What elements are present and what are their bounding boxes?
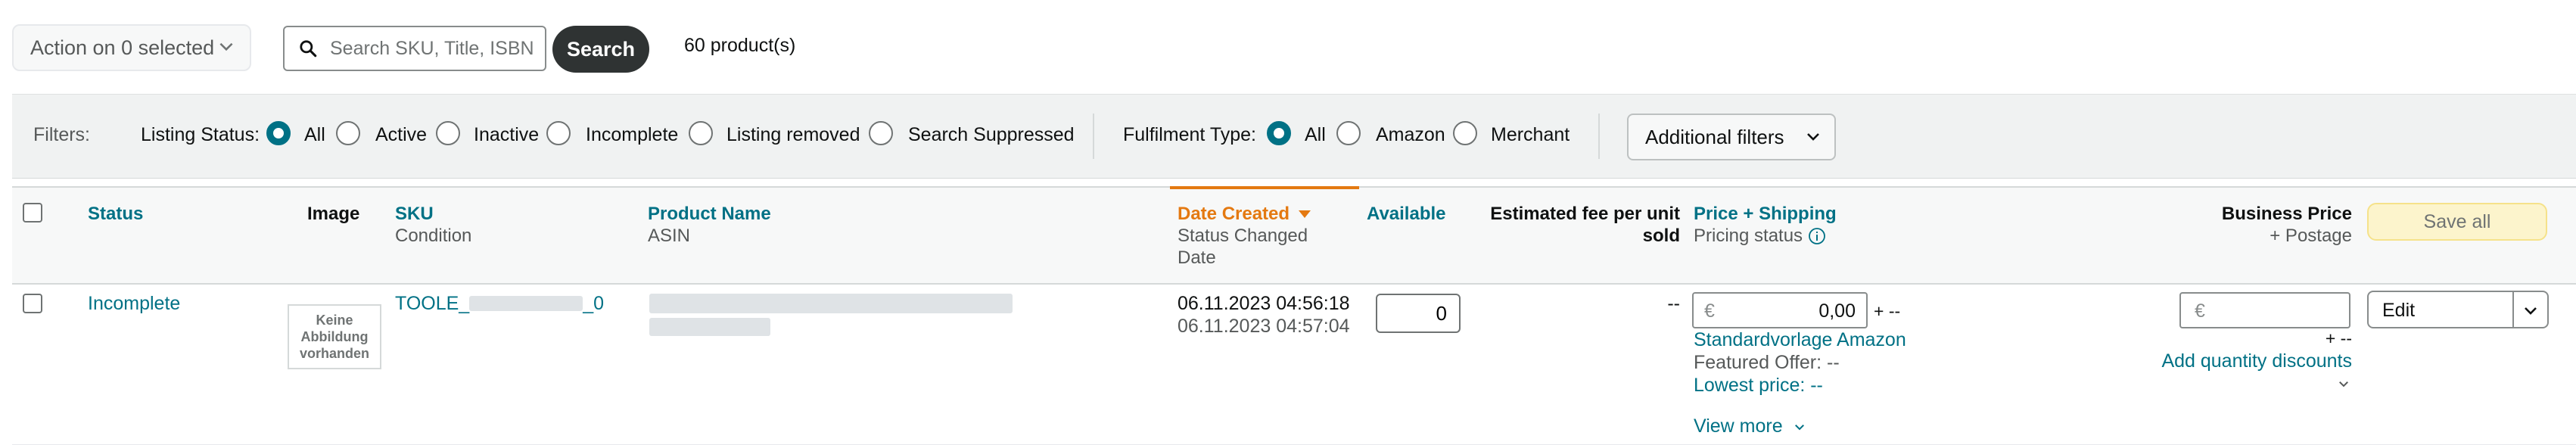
radio-fulfilment-merchant-label[interactable]: Merchant	[1491, 124, 1570, 146]
radio-listing-active-label[interactable]: Active	[375, 124, 427, 146]
radio-fulfilment-amazon-label[interactable]: Amazon	[1376, 124, 1445, 146]
redacted-product-name[interactable]	[649, 294, 1013, 313]
sort-desc-icon	[1298, 210, 1311, 218]
search-input[interactable]	[328, 36, 540, 61]
business-postage-value: + --	[2325, 328, 2352, 348]
radio-fulfilment-all-label[interactable]: All	[1305, 124, 1326, 146]
radio-fulfilment-amazon[interactable]	[1336, 121, 1361, 145]
radio-listing-inactive[interactable]	[436, 121, 460, 145]
search-field[interactable]	[283, 26, 546, 71]
select-all-checkbox[interactable]	[23, 203, 42, 222]
header-sku-label[interactable]: SKU	[395, 204, 434, 224]
header-fee-line1: Estimated fee per unit	[1490, 204, 1680, 224]
row-date-created: 06.11.2023 04:56:18	[1178, 293, 1350, 314]
header-asin-label: ASIN	[648, 226, 691, 246]
radio-listing-incomplete-label[interactable]: Incomplete	[586, 124, 678, 146]
radio-fulfilment-merchant[interactable]	[1453, 121, 1477, 145]
edit-button-label[interactable]: Edit	[2382, 300, 2415, 322]
view-more-link[interactable]: View more	[1694, 415, 1806, 437]
header-image: Image	[307, 204, 360, 224]
listing-status-label: Listing Status:	[141, 124, 260, 145]
row-status-changed-date: 06.11.2023 04:57:04	[1178, 316, 1350, 337]
filter-divider	[1093, 114, 1094, 159]
filters-label: Filters:	[33, 124, 90, 145]
header-postage-label: + Postage	[2270, 226, 2352, 246]
lowest-price-link[interactable]: Lowest price: --	[1694, 374, 1823, 397]
row-status-link[interactable]: Incomplete	[88, 292, 180, 315]
header-estimated-fee: Estimated fee per unit sold	[1483, 203, 1680, 247]
header-pricing-status: Pricing status	[1694, 225, 1837, 247]
header-condition-label: Condition	[395, 226, 472, 246]
sort-indicator-bar	[1170, 186, 1359, 189]
product-image-placeholder: Keine Abbildung vorhanden	[288, 304, 381, 369]
header-pricing-status-label: Pricing status	[1694, 226, 1803, 246]
row-estimated-fee: --	[1667, 293, 1680, 314]
search-button[interactable]: Search	[552, 26, 649, 73]
header-business-price: Business Price + Postage	[2164, 203, 2352, 247]
chevron-down-icon[interactable]	[2522, 301, 2540, 319]
radio-listing-removed-label[interactable]: Listing removed	[726, 124, 860, 146]
header-product-name-label[interactable]: Product Name	[648, 204, 771, 224]
available-quantity-input[interactable]	[1376, 294, 1461, 333]
radio-listing-all-label[interactable]: All	[304, 124, 325, 146]
header-date-created[interactable]: Date Created Status Changed Date	[1178, 203, 1311, 269]
radio-listing-incomplete[interactable]	[546, 121, 571, 145]
row-sku-suffix: _0	[583, 293, 605, 314]
row-sku-prefix: TOOLE_	[395, 293, 470, 314]
price-value: 0,00	[1818, 300, 1856, 322]
view-more-label: View more	[1694, 415, 1783, 437]
bulk-action-label: Action on 0 selected	[30, 36, 215, 59]
radio-listing-all[interactable]	[266, 121, 291, 145]
bulk-action-dropdown[interactable]: Action on 0 selected	[12, 24, 251, 71]
radio-listing-removed[interactable]	[689, 121, 713, 145]
additional-filters-button[interactable]: Additional filters	[1627, 114, 1836, 160]
product-count: 60 product(s)	[684, 35, 796, 56]
radio-listing-inactive-label[interactable]: Inactive	[474, 124, 539, 146]
featured-offer-text: Featured Offer: --	[1694, 352, 1840, 373]
info-icon[interactable]	[1808, 227, 1826, 245]
additional-filters-label: Additional filters	[1645, 125, 1784, 148]
header-date-created-label[interactable]: Date Created	[1178, 204, 1290, 224]
header-fee-line2: sold	[1642, 226, 1680, 246]
pricing-template-link[interactable]: Standardvorlage Amazon	[1694, 328, 1906, 351]
header-price-shipping[interactable]: Price + Shipping Pricing status	[1694, 203, 1837, 247]
chevron-down-icon[interactable]	[2337, 377, 2350, 391]
edit-button-divider	[2512, 292, 2514, 327]
header-product-name[interactable]: Product Name ASIN	[648, 203, 771, 247]
redacted-asin	[649, 318, 770, 336]
header-business-price-label: Business Price	[2221, 204, 2352, 224]
radio-search-suppressed[interactable]	[869, 121, 893, 145]
redacted-sku-block	[469, 296, 583, 311]
save-all-button[interactable]: Save all	[2367, 203, 2547, 241]
row-sku-link[interactable]: TOOLE_ _0	[395, 292, 604, 315]
header-price-label[interactable]: Price + Shipping	[1694, 204, 1837, 224]
header-status-changed-date-label: Date	[1178, 247, 1216, 268]
business-price-input[interactable]: €	[2179, 292, 2350, 328]
radio-listing-active[interactable]	[336, 121, 360, 145]
header-status-changed-label: Status Changed	[1178, 226, 1308, 246]
header-status[interactable]: Status	[88, 203, 143, 225]
chevron-down-icon	[1807, 133, 1819, 141]
radio-fulfilment-all[interactable]	[1267, 121, 1291, 145]
radio-search-suppressed-label[interactable]: Search Suppressed	[908, 124, 1075, 146]
header-sku[interactable]: SKU Condition	[395, 203, 471, 247]
row-checkbox[interactable]	[23, 294, 42, 313]
chevron-down-icon	[219, 42, 233, 51]
add-quantity-discounts-link[interactable]: Add quantity discounts	[2119, 350, 2352, 372]
currency-symbol: €	[1704, 300, 1715, 322]
price-input[interactable]: € 0,00	[1692, 292, 1868, 328]
business-currency-symbol: €	[2195, 300, 2205, 322]
filter-divider	[1598, 114, 1600, 159]
chevron-down-icon	[1794, 425, 1804, 431]
shipping-value: + --	[1874, 301, 1901, 321]
header-available[interactable]: Available	[1367, 203, 1446, 225]
fulfilment-type-label: Fulfilment Type:	[1123, 124, 1257, 145]
edit-split-button[interactable]: Edit	[2367, 291, 2549, 328]
search-icon	[300, 40, 317, 58]
